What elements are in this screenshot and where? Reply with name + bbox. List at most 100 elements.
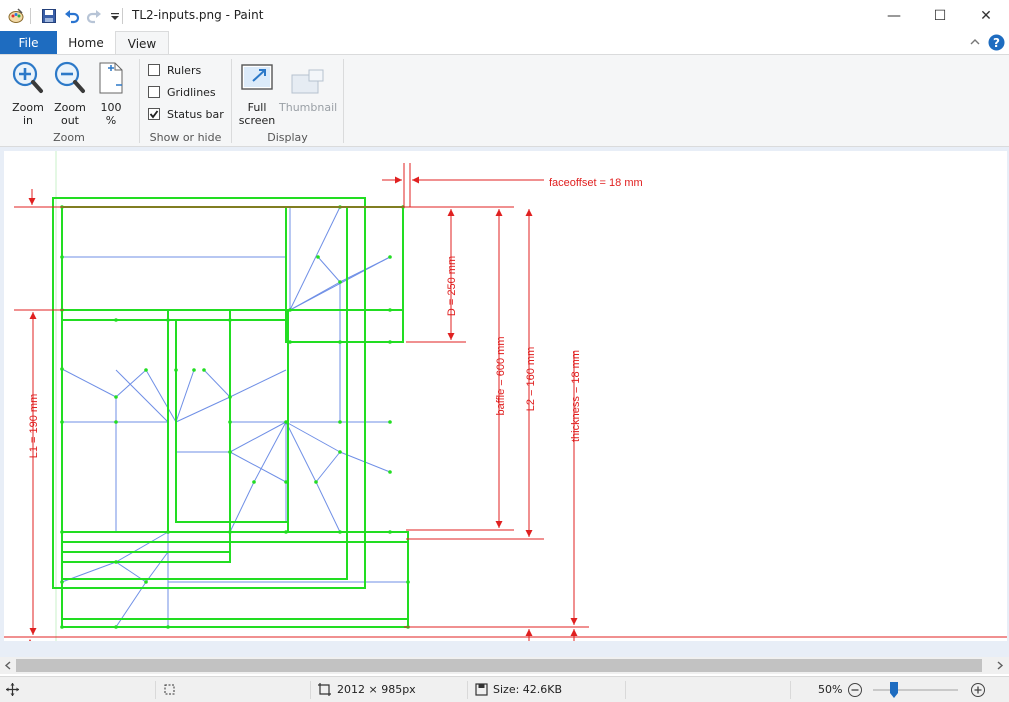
mesh-node bbox=[406, 580, 410, 584]
mesh-node bbox=[114, 420, 118, 424]
maximize-icon: ☐ bbox=[933, 7, 947, 24]
qat-divider bbox=[30, 8, 31, 24]
full-screen-button[interactable]: Full screen bbox=[236, 59, 278, 129]
mesh-node bbox=[228, 420, 232, 424]
outline-rect bbox=[61, 206, 348, 580]
customize-qat-icon[interactable] bbox=[107, 8, 123, 24]
status-bar: 2012 × 985px Size: 42.6KB 50% bbox=[0, 676, 1009, 702]
mesh-line bbox=[315, 481, 341, 533]
mesh-node bbox=[144, 580, 148, 584]
full-screen-label: Full screen bbox=[238, 101, 276, 127]
mesh-node bbox=[228, 318, 232, 322]
thumbnail-label: Thumbnail bbox=[279, 101, 338, 114]
zoom-slider-thumb[interactable] bbox=[890, 682, 898, 698]
maximize-button[interactable]: ☐ bbox=[917, 0, 963, 31]
full-screen-icon bbox=[241, 64, 273, 90]
scrollbar-thumb[interactable] bbox=[16, 659, 982, 672]
arrowhead bbox=[570, 629, 578, 636]
mesh-node bbox=[228, 450, 232, 454]
mesh-node bbox=[114, 395, 118, 399]
mesh-node bbox=[314, 480, 318, 484]
mesh-node bbox=[252, 480, 256, 484]
arrowhead bbox=[525, 530, 533, 537]
chevron-up-icon[interactable] bbox=[969, 36, 981, 48]
mesh-node bbox=[288, 308, 292, 312]
d-label: D = 250 mm bbox=[446, 256, 458, 316]
zoom-out-button[interactable]: Zoom out bbox=[50, 59, 90, 129]
mesh-node bbox=[338, 450, 342, 454]
save-icon[interactable] bbox=[41, 8, 57, 24]
tab-file[interactable]: File bbox=[0, 31, 57, 55]
outline-rect bbox=[61, 206, 404, 311]
workspace: faceoffset = 18 mm D = 250 mm baffle = 6… bbox=[0, 147, 1009, 657]
arrowhead bbox=[447, 209, 455, 216]
mesh-line bbox=[317, 256, 341, 283]
scroll-right-icon[interactable] bbox=[996, 661, 1004, 670]
mesh-node bbox=[338, 340, 342, 344]
mesh-node bbox=[388, 340, 392, 344]
paint-app-icon[interactable] bbox=[8, 8, 24, 24]
zoom-slider-track[interactable] bbox=[873, 689, 958, 691]
mesh-line bbox=[229, 451, 287, 483]
scroll-left-icon[interactable] bbox=[4, 661, 12, 670]
l2-label: L2 = 160 mm bbox=[525, 347, 537, 412]
image-canvas[interactable]: faceoffset = 18 mm D = 250 mm baffle = 6… bbox=[4, 151, 1007, 641]
mesh-lines bbox=[55, 151, 409, 641]
mesh-line bbox=[203, 369, 231, 398]
mesh-node bbox=[60, 367, 64, 371]
mesh-node bbox=[284, 530, 288, 534]
tab-view[interactable]: View bbox=[115, 31, 169, 55]
window-title: TL2-inputs.png - Paint bbox=[132, 8, 264, 22]
zoom-in-button[interactable]: Zoom in bbox=[8, 59, 48, 129]
status-divider bbox=[155, 681, 156, 699]
mesh-node bbox=[284, 480, 288, 484]
ribbon-tabs: File Home View ? bbox=[0, 31, 1009, 55]
horizontal-scrollbar[interactable] bbox=[0, 657, 1009, 674]
rulers-checkbox[interactable] bbox=[148, 64, 160, 76]
close-icon: ✕ bbox=[980, 7, 992, 24]
status-bar-checkbox[interactable] bbox=[148, 108, 160, 120]
green-outline bbox=[52, 197, 409, 628]
mesh-line bbox=[289, 206, 341, 311]
help-icon[interactable]: ? bbox=[988, 34, 1005, 51]
mesh-line bbox=[115, 531, 169, 563]
actual-size-button[interactable]: 100% bbox=[93, 59, 129, 129]
selection-size-icon bbox=[164, 684, 175, 695]
mesh-node bbox=[60, 580, 64, 584]
gridlines-checkbox[interactable] bbox=[148, 86, 160, 98]
mesh-line bbox=[175, 396, 231, 423]
thumbnail-button[interactable]: Thumbnail bbox=[279, 59, 337, 129]
outline-rect bbox=[167, 309, 289, 533]
mesh-node bbox=[288, 340, 292, 344]
arrowhead bbox=[29, 312, 37, 319]
mesh-node bbox=[144, 368, 148, 372]
arrowhead bbox=[412, 176, 419, 184]
mesh-line bbox=[175, 369, 195, 423]
arrowhead bbox=[29, 628, 37, 635]
arrowhead bbox=[525, 629, 533, 636]
zoom-out-label: Zoom out bbox=[54, 101, 86, 127]
close-button[interactable]: ✕ bbox=[963, 0, 1009, 31]
tab-home[interactable]: Home bbox=[57, 31, 115, 55]
mesh-line bbox=[145, 369, 177, 423]
title-bar: TL2-inputs.png - Paint — ☐ ✕ bbox=[0, 0, 1009, 31]
actual-size-label: 100% bbox=[100, 101, 122, 127]
outline-rect bbox=[61, 531, 409, 620]
group-divider bbox=[343, 59, 344, 143]
undo-icon[interactable] bbox=[64, 8, 80, 24]
mesh-node bbox=[338, 420, 342, 424]
redo-icon[interactable] bbox=[86, 8, 102, 24]
mesh-line bbox=[61, 368, 117, 398]
cursor-position-icon bbox=[6, 683, 19, 696]
mesh-node bbox=[114, 625, 118, 629]
outline-rect bbox=[61, 541, 409, 628]
l1-label: L1 = 190 mm bbox=[28, 394, 40, 459]
minimize-button[interactable]: — bbox=[871, 0, 917, 31]
thickness-label: thickness = 18 mm bbox=[570, 350, 582, 442]
mesh-node bbox=[174, 368, 178, 372]
mesh-node bbox=[114, 318, 118, 322]
zoom-out-small-icon[interactable] bbox=[847, 682, 863, 698]
zoom-in-small-icon[interactable] bbox=[970, 682, 986, 698]
outline-rect bbox=[285, 206, 404, 343]
status-divider bbox=[310, 681, 311, 699]
